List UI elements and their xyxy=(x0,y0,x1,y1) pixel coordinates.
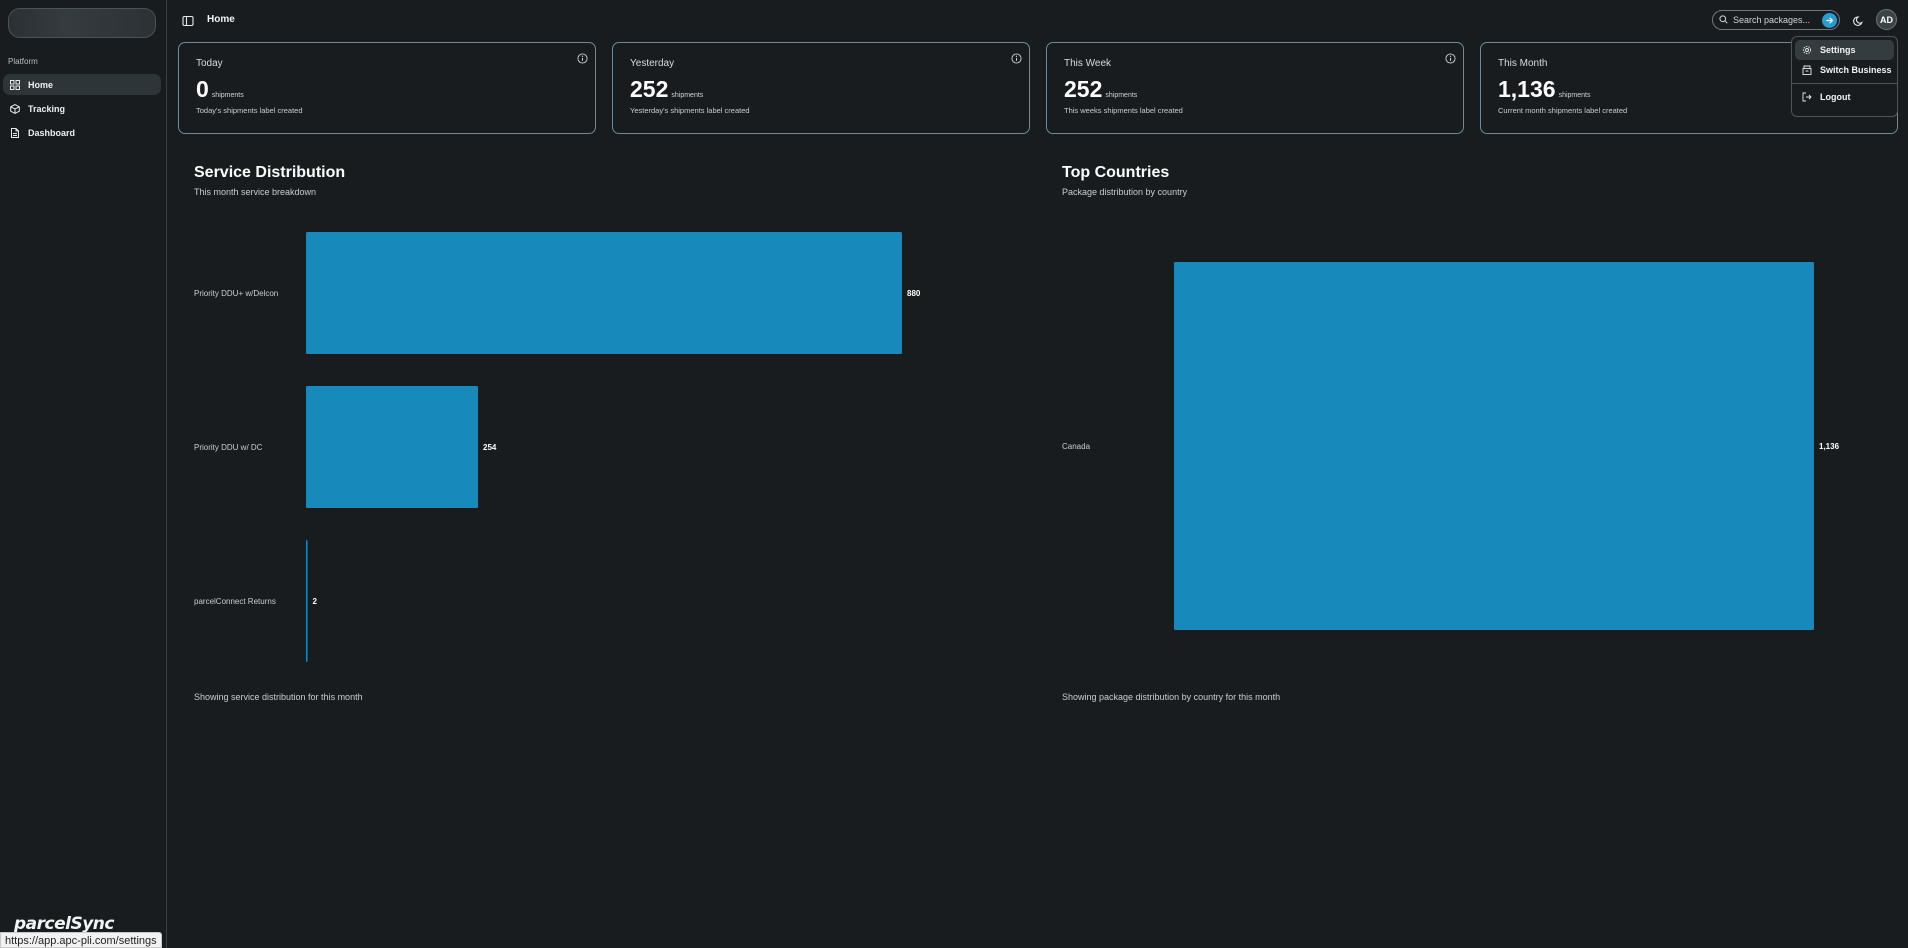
info-icon[interactable] xyxy=(1011,51,1022,64)
search-input[interactable] xyxy=(1733,15,1823,25)
user-menu-dropdown: Settings Switch Business Logout xyxy=(1791,36,1898,117)
chart-footer: Showing package distribution by country … xyxy=(1062,692,1281,702)
category-label: Priority DDU w/ DC xyxy=(194,443,263,452)
search-icon xyxy=(1719,11,1728,29)
data-label: 1,136 xyxy=(1819,442,1840,451)
bar[interactable] xyxy=(1174,262,1814,630)
stat-label: This Week xyxy=(1064,58,1112,69)
stat-label: Yesterday xyxy=(630,58,675,69)
stat-unit: shipments xyxy=(671,92,704,99)
moon-icon[interactable] xyxy=(1853,14,1865,26)
grid-icon xyxy=(9,79,21,91)
chart-footer: Showing service distribution for this mo… xyxy=(194,692,363,702)
stat-card-yesterday: Yesterday 252 shipments Yesterday's shipm… xyxy=(612,42,1030,134)
search-box xyxy=(1712,10,1840,30)
chart-subtitle: Package distribution by country xyxy=(1062,187,1188,197)
menu-item-switch-business[interactable]: Switch Business xyxy=(1795,60,1894,80)
data-label: 254 xyxy=(483,443,497,452)
sidebar-item-home[interactable]: Home xyxy=(3,74,161,95)
chart-title: Service Distribution xyxy=(194,164,346,181)
gear-icon xyxy=(1801,45,1812,56)
package-icon xyxy=(9,103,21,115)
menu-item-label: Settings xyxy=(1820,45,1856,55)
category-label: parcelConnect Returns xyxy=(194,597,276,606)
data-label: 2 xyxy=(313,597,318,606)
stat-card-today: Today 0 shipments Today's shipments label… xyxy=(178,42,596,134)
arrow-right-icon xyxy=(1826,17,1834,24)
page-title: Home xyxy=(207,14,235,25)
sidebar-toggle-icon[interactable] xyxy=(182,14,194,27)
menu-item-settings[interactable]: Settings xyxy=(1795,40,1894,60)
chart-title: Top Countries xyxy=(1062,164,1170,181)
stat-value: 1,136 xyxy=(1498,76,1556,102)
stat-unit: shipments xyxy=(1105,92,1138,99)
top-countries-chart: Canada 1,136 xyxy=(1062,262,1840,630)
user-avatar[interactable]: AD xyxy=(1876,9,1897,30)
parcelsync-logo: parcelSync xyxy=(14,914,114,934)
sidebar: Platform Home Tracking Dashboard parcelS… xyxy=(0,0,167,948)
menu-item-logout[interactable]: Logout xyxy=(1795,87,1894,107)
info-icon[interactable] xyxy=(577,51,588,64)
stat-unit: shipments xyxy=(211,92,244,99)
bar[interactable] xyxy=(306,386,479,508)
category-label: Priority DDU+ w/Delcon xyxy=(194,289,278,298)
logout-icon xyxy=(1801,92,1812,103)
search-submit-button[interactable] xyxy=(1822,13,1837,28)
sidebar-section-label: Platform xyxy=(8,57,38,66)
sidebar-item-label: Dashboard xyxy=(28,127,76,138)
stat-value: 252 xyxy=(630,76,669,102)
stat-description: This weeks shipments label created xyxy=(1064,106,1183,115)
sidebar-item-label: Tracking xyxy=(28,103,66,114)
file-icon xyxy=(9,127,21,139)
business-switcher[interactable] xyxy=(8,8,156,38)
stat-description: Today's shipments label created xyxy=(196,106,303,115)
sidebar-item-dashboard[interactable]: Dashboard xyxy=(3,122,161,143)
stat-description: Yesterday's shipments label created xyxy=(630,106,750,115)
data-label: 880 xyxy=(907,289,921,298)
stat-unit: shipments xyxy=(1558,92,1591,99)
sidebar-nav: Home Tracking Dashboard xyxy=(3,74,161,146)
stat-value: 0 xyxy=(196,76,209,102)
category-label: Canada xyxy=(1062,442,1091,451)
info-icon[interactable] xyxy=(1445,51,1456,64)
stat-value: 252 xyxy=(1064,76,1103,102)
service-distribution-chart: Priority DDU+ w/Delcon 880 Priority DDU w/… xyxy=(194,232,921,662)
status-bar-url: https://app.apc-pli.com/settings xyxy=(0,932,162,948)
bar[interactable] xyxy=(306,540,308,662)
menu-divider xyxy=(1792,83,1897,84)
menu-item-label: Logout xyxy=(1820,92,1851,102)
menu-item-label: Switch Business xyxy=(1820,65,1892,75)
bar[interactable] xyxy=(306,232,902,354)
stat-label: Today xyxy=(196,58,223,69)
sidebar-item-tracking[interactable]: Tracking xyxy=(3,98,161,119)
stat-card-this-week: This Week 252 shipments This weeks shipme… xyxy=(1046,42,1464,134)
sidebar-item-label: Home xyxy=(28,79,54,90)
building-icon xyxy=(1801,65,1812,76)
chart-subtitle: This month service breakdown xyxy=(194,187,317,197)
